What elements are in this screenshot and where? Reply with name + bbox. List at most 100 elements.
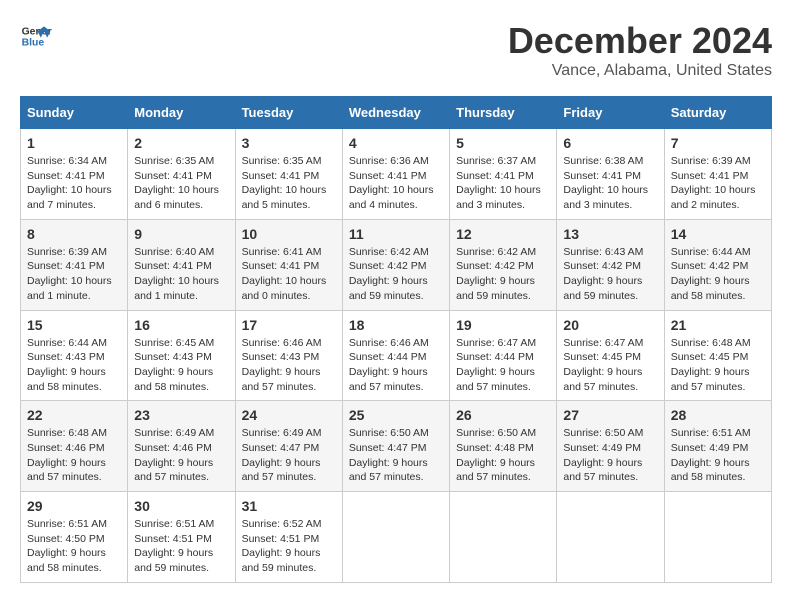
day-info: Sunrise: 6:52 AMSunset: 4:51 PMDaylight:… (242, 517, 336, 576)
calendar-day-cell: 10 Sunrise: 6:41 AMSunset: 4:41 PMDayligh… (235, 219, 342, 310)
day-info: Sunrise: 6:36 AMSunset: 4:41 PMDaylight:… (349, 154, 443, 213)
calendar-day-cell: 31Sunrise: 6:52 AMSunset: 4:51 PMDayligh… (235, 492, 342, 583)
calendar-day-cell (664, 492, 771, 583)
day-number: 24 (242, 407, 336, 423)
calendar-week-row: 22 Sunrise: 6:48 AMSunset: 4:46 PMDayligh… (21, 401, 772, 492)
calendar-day-cell: 13 Sunrise: 6:43 AMSunset: 4:42 PMDayligh… (557, 219, 664, 310)
day-number: 28 (671, 407, 765, 423)
month-title: December 2024 (508, 20, 772, 62)
calendar-day-cell: 8Sunrise: 6:39 AMSunset: 4:41 PMDaylight… (21, 219, 128, 310)
day-of-week-header: Thursday (450, 97, 557, 129)
calendar-day-cell: 21Sunrise: 6:48 AMSunset: 4:45 PMDayligh… (664, 310, 771, 401)
day-info: Sunrise: 6:45 AMSunset: 4:43 PMDaylight:… (134, 336, 228, 395)
calendar-week-row: 8Sunrise: 6:39 AMSunset: 4:41 PMDaylight… (21, 219, 772, 310)
day-of-week-header: Monday (128, 97, 235, 129)
day-info: Sunrise: 6:50 AMSunset: 4:48 PMDaylight:… (456, 426, 550, 485)
day-info: Sunrise: 6:47 AMSunset: 4:44 PMDaylight:… (456, 336, 550, 395)
day-number: 4 (349, 135, 443, 151)
day-info: Sunrise: 6:51 AMSunset: 4:49 PMDaylight:… (671, 426, 765, 485)
day-of-week-header: Wednesday (342, 97, 449, 129)
day-of-week-header: Sunday (21, 97, 128, 129)
day-number: 9 (134, 226, 228, 242)
calendar-day-cell: 4 Sunrise: 6:36 AMSunset: 4:41 PMDaylight… (342, 129, 449, 220)
day-info: Sunrise: 6:34 AMSunset: 4:41 PMDaylight:… (27, 154, 121, 213)
day-number: 21 (671, 317, 765, 333)
day-number: 13 (563, 226, 657, 242)
logo: General Blue (20, 20, 52, 52)
day-number: 14 (671, 226, 765, 242)
day-info: Sunrise: 6:40 AMSunset: 4:41 PMDaylight:… (134, 245, 228, 304)
day-info: Sunrise: 6:46 AMSunset: 4:43 PMDaylight:… (242, 336, 336, 395)
day-number: 6 (563, 135, 657, 151)
day-info: Sunrise: 6:46 AMSunset: 4:44 PMDaylight:… (349, 336, 443, 395)
calendar-day-cell: 25 Sunrise: 6:50 AMSunset: 4:47 PMDayligh… (342, 401, 449, 492)
calendar-day-cell: 28 Sunrise: 6:51 AMSunset: 4:49 PMDayligh… (664, 401, 771, 492)
day-number: 3 (242, 135, 336, 151)
calendar-day-cell: 20Sunrise: 6:47 AMSunset: 4:45 PMDayligh… (557, 310, 664, 401)
calendar-day-cell: 17 Sunrise: 6:46 AMSunset: 4:43 PMDayligh… (235, 310, 342, 401)
calendar-day-cell: 19 Sunrise: 6:47 AMSunset: 4:44 PMDayligh… (450, 310, 557, 401)
day-info: Sunrise: 6:41 AMSunset: 4:41 PMDaylight:… (242, 245, 336, 304)
calendar-day-cell: 18 Sunrise: 6:46 AMSunset: 4:44 PMDayligh… (342, 310, 449, 401)
calendar-day-cell: 1 Sunrise: 6:34 AMSunset: 4:41 PMDaylight… (21, 129, 128, 220)
calendar-week-row: 1 Sunrise: 6:34 AMSunset: 4:41 PMDaylight… (21, 129, 772, 220)
day-number: 16 (134, 317, 228, 333)
page-header: General Blue December 2024 Vance, Alabam… (20, 20, 772, 80)
day-info: Sunrise: 6:50 AMSunset: 4:47 PMDaylight:… (349, 426, 443, 485)
calendar-day-cell: 24 Sunrise: 6:49 AMSunset: 4:47 PMDayligh… (235, 401, 342, 492)
calendar-day-cell (557, 492, 664, 583)
day-number: 18 (349, 317, 443, 333)
day-info: Sunrise: 6:39 AMSunset: 4:41 PMDaylight:… (671, 154, 765, 213)
day-number: 11 (349, 226, 443, 242)
calendar-day-cell: 23Sunrise: 6:49 AMSunset: 4:46 PMDayligh… (128, 401, 235, 492)
day-info: Sunrise: 6:43 AMSunset: 4:42 PMDaylight:… (563, 245, 657, 304)
day-info: Sunrise: 6:35 AMSunset: 4:41 PMDaylight:… (242, 154, 336, 213)
day-of-week-header: Saturday (664, 97, 771, 129)
day-of-week-header: Tuesday (235, 97, 342, 129)
calendar-day-cell (342, 492, 449, 583)
day-number: 19 (456, 317, 550, 333)
title-area: December 2024 Vance, Alabama, United Sta… (508, 20, 772, 80)
calendar-day-cell: 7 Sunrise: 6:39 AMSunset: 4:41 PMDaylight… (664, 129, 771, 220)
day-number: 29 (27, 498, 121, 514)
day-info: Sunrise: 6:37 AMSunset: 4:41 PMDaylight:… (456, 154, 550, 213)
calendar-day-cell: 22 Sunrise: 6:48 AMSunset: 4:46 PMDayligh… (21, 401, 128, 492)
day-info: Sunrise: 6:38 AMSunset: 4:41 PMDaylight:… (563, 154, 657, 213)
day-number: 5 (456, 135, 550, 151)
day-number: 2 (134, 135, 228, 151)
calendar-day-cell: 14 Sunrise: 6:44 AMSunset: 4:42 PMDayligh… (664, 219, 771, 310)
day-info: Sunrise: 6:44 AMSunset: 4:42 PMDaylight:… (671, 245, 765, 304)
day-info: Sunrise: 6:49 AMSunset: 4:47 PMDaylight:… (242, 426, 336, 485)
day-number: 30 (134, 498, 228, 514)
day-info: Sunrise: 6:35 AMSunset: 4:41 PMDaylight:… (134, 154, 228, 213)
calendar-day-cell: 6 Sunrise: 6:38 AMSunset: 4:41 PMDaylight… (557, 129, 664, 220)
day-info: Sunrise: 6:44 AMSunset: 4:43 PMDaylight:… (27, 336, 121, 395)
day-number: 17 (242, 317, 336, 333)
day-info: Sunrise: 6:50 AMSunset: 4:49 PMDaylight:… (563, 426, 657, 485)
location-subtitle: Vance, Alabama, United States (508, 62, 772, 80)
day-info: Sunrise: 6:51 AMSunset: 4:51 PMDaylight:… (134, 517, 228, 576)
day-info: Sunrise: 6:42 AMSunset: 4:42 PMDaylight:… (349, 245, 443, 304)
day-number: 10 (242, 226, 336, 242)
calendar-week-row: 29 Sunrise: 6:51 AMSunset: 4:50 PMDayligh… (21, 492, 772, 583)
calendar-day-cell: 11 Sunrise: 6:42 AMSunset: 4:42 PMDayligh… (342, 219, 449, 310)
calendar-day-cell: 15 Sunrise: 6:44 AMSunset: 4:43 PMDayligh… (21, 310, 128, 401)
day-number: 12 (456, 226, 550, 242)
day-info: Sunrise: 6:51 AMSunset: 4:50 PMDaylight:… (27, 517, 121, 576)
day-number: 25 (349, 407, 443, 423)
svg-text:Blue: Blue (22, 38, 45, 49)
day-info: Sunrise: 6:42 AMSunset: 4:42 PMDaylight:… (456, 245, 550, 304)
day-info: Sunrise: 6:49 AMSunset: 4:46 PMDaylight:… (134, 426, 228, 485)
calendar-day-cell: 2 Sunrise: 6:35 AMSunset: 4:41 PMDaylight… (128, 129, 235, 220)
day-number: 22 (27, 407, 121, 423)
calendar-day-cell: 16 Sunrise: 6:45 AMSunset: 4:43 PMDayligh… (128, 310, 235, 401)
day-info: Sunrise: 6:48 AMSunset: 4:46 PMDaylight:… (27, 426, 121, 485)
day-number: 1 (27, 135, 121, 151)
calendar-day-cell: 9 Sunrise: 6:40 AMSunset: 4:41 PMDaylight… (128, 219, 235, 310)
day-number: 15 (27, 317, 121, 333)
calendar-day-cell: 29 Sunrise: 6:51 AMSunset: 4:50 PMDayligh… (21, 492, 128, 583)
calendar-day-cell: 12 Sunrise: 6:42 AMSunset: 4:42 PMDayligh… (450, 219, 557, 310)
day-number: 8 (27, 226, 121, 242)
calendar-table: SundayMondayTuesdayWednesdayThursdayFrid… (20, 96, 772, 583)
day-number: 7 (671, 135, 765, 151)
